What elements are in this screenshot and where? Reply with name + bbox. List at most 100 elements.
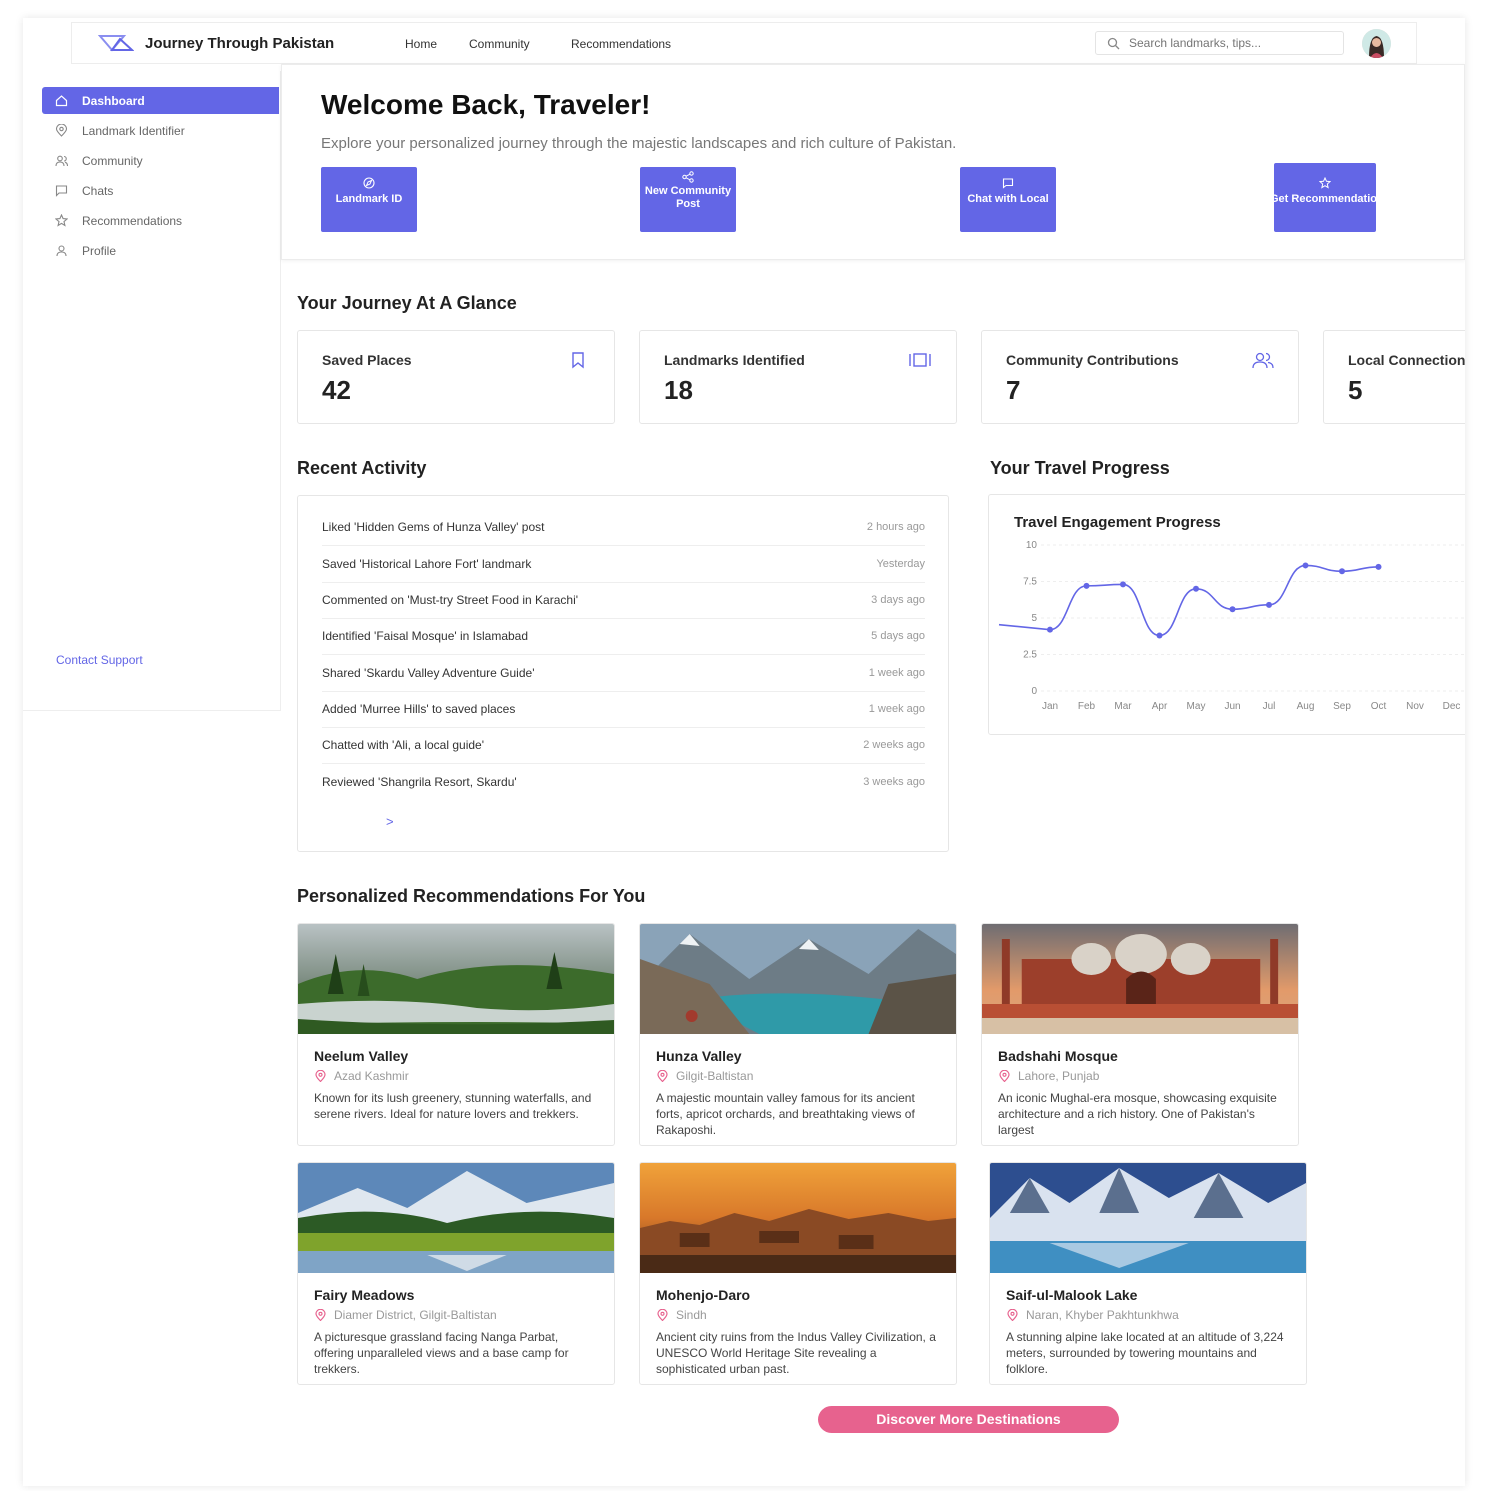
card-location: Gilgit-Baltistan: [676, 1069, 754, 1083]
contact-support-link[interactable]: Contact Support: [56, 653, 143, 667]
avatar[interactable]: [1362, 29, 1391, 58]
brand-logo-icon[interactable]: [98, 33, 134, 53]
pin-icon: [55, 124, 68, 137]
sidebar-item-label: Chats: [82, 184, 114, 198]
location-pin-icon: [1007, 1309, 1018, 1321]
data-point: [1339, 568, 1345, 575]
activity-row[interactable]: Reviewed 'Shangrila Resort, Skardu' 3 wee…: [322, 764, 925, 801]
app-window: Journey Through Pakistan Home Community …: [23, 18, 1465, 1486]
chart-title: Travel Engagement Progress: [1014, 514, 1221, 531]
location-pin-icon: [657, 1070, 668, 1082]
neelum-valley-photo: [298, 924, 614, 1034]
activity-time: 3 days ago: [871, 594, 925, 606]
activity-next-chevron-icon[interactable]: >: [386, 814, 394, 829]
activity-row[interactable]: Liked 'Hidden Gems of Hunza Valley' post…: [322, 509, 925, 546]
stat-value: 42: [322, 375, 351, 405]
top-navbar: Journey Through Pakistan Home Community …: [71, 22, 1417, 64]
activity-row[interactable]: Chatted with 'Ali, a local guide' 2 weeks…: [322, 727, 925, 764]
glance-title: Your Journey At A Glance: [297, 293, 517, 313]
recommendation-card[interactable]: Saif-ul-Malook Lake Naran, Khyber Pakhtu…: [989, 1162, 1307, 1385]
x-tick-label: Jul: [1263, 701, 1276, 712]
card-description: Known for its lush greenery, stunning wa…: [314, 1091, 592, 1121]
activity-text: Saved 'Historical Lahore Fort' landmark: [322, 557, 532, 571]
nav-recommendations[interactable]: Recommendations: [571, 37, 671, 51]
get-recommendations-button[interactable]: Get Recommendations: [1274, 163, 1376, 232]
user-icon: [56, 245, 67, 257]
y-tick-label: 10: [1026, 540, 1038, 551]
x-tick-label: Jan: [1042, 701, 1058, 712]
location-pin-icon: [999, 1070, 1010, 1082]
new-community-post-button[interactable]: New Community Post: [640, 167, 736, 232]
recommendation-card[interactable]: Neelum Valley Azad Kashmir Known for its…: [297, 923, 615, 1146]
welcome-panel: Welcome Back, Traveler! Explore your per…: [281, 64, 1465, 260]
sidebar-item-chats[interactable]: Chats: [42, 177, 279, 204]
activity-time: 1 week ago: [868, 667, 925, 679]
data-point: [1047, 626, 1053, 633]
discover-more-button[interactable]: Discover More Destinations: [818, 1406, 1119, 1433]
x-tick-label: Mar: [1114, 701, 1132, 712]
activity-row[interactable]: Saved 'Historical Lahore Fort' landmark Y…: [322, 546, 925, 583]
card-description: An iconic Mughal-era mosque, showcasing …: [998, 1091, 1277, 1137]
stat-card-local-connections[interactable]: Local Connections 5: [1323, 330, 1465, 424]
button-label: New Community Post: [644, 185, 732, 210]
recommendation-card[interactable]: Badshahi Mosque Lahore, Punjab An iconic…: [981, 923, 1299, 1146]
recommendation-card[interactable]: Fairy Meadows Diamer District, Gilgit-Ba…: [297, 1162, 615, 1385]
activity-time: 1 week ago: [868, 703, 925, 715]
nav-community[interactable]: Community: [469, 37, 530, 51]
scan-icon: [909, 353, 931, 367]
saif-ul-malook-lake-photo: [990, 1163, 1306, 1273]
activity-time: 2 hours ago: [866, 521, 925, 533]
sidebar-item-recommendations[interactable]: Recommendations: [42, 207, 279, 234]
star-icon: [1319, 177, 1331, 189]
landmark-id-button[interactable]: Landmark ID: [321, 167, 417, 232]
recent-activity-title: Recent Activity: [297, 458, 427, 478]
x-tick-label: Sep: [1333, 701, 1351, 712]
welcome-title: Welcome Back, Traveler!: [321, 89, 651, 120]
card-description: A majestic mountain valley famous for it…: [656, 1091, 915, 1137]
card-description: A stunning alpine lake located at an alt…: [1006, 1330, 1284, 1376]
activity-text: Added 'Murree Hills' to saved places: [322, 702, 516, 716]
sidebar-item-landmark-identifier[interactable]: Landmark Identifier: [42, 117, 279, 144]
search-input[interactable]: [1095, 31, 1344, 55]
recommendation-card[interactable]: Mohenjo-Daro Sindh Ancient city ruins fr…: [639, 1162, 957, 1385]
y-tick-label: 7.5: [1023, 577, 1037, 588]
sidebar-item-community[interactable]: Community: [42, 147, 279, 174]
card-location: Lahore, Punjab: [1018, 1069, 1100, 1083]
brand-title[interactable]: Journey Through Pakistan: [145, 35, 334, 52]
chat-icon: [55, 185, 68, 197]
travel-progress-chart: 10 7.5 5 2.5 0 Jan Feb Mar Apr May Jun Jul Aug Sep Oct…: [988, 494, 1465, 735]
sidebar-item-label: Profile: [82, 244, 117, 258]
chat-with-local-button[interactable]: Chat with Local: [960, 167, 1056, 232]
activity-time: Yesterday: [876, 558, 925, 570]
sidebar-item-profile[interactable]: Profile: [42, 237, 279, 264]
stat-card-saved-places[interactable]: Saved Places 42: [297, 330, 615, 424]
card-title: Badshahi Mosque: [998, 1048, 1118, 1064]
x-tick-label: Apr: [1152, 701, 1168, 712]
card-description: Ancient city ruins from the Indus Valley…: [656, 1330, 936, 1376]
activity-row[interactable]: Identified 'Faisal Mosque' in Islamabad 5…: [322, 618, 925, 655]
y-tick-label: 0: [1031, 686, 1037, 697]
sidebar-item-dashboard[interactable]: Dashboard: [42, 87, 279, 114]
avatar-portrait-icon: [1362, 29, 1391, 58]
stat-card-community-contributions[interactable]: Community Contributions 7: [981, 330, 1299, 424]
card-title: Saif-ul-Malook Lake: [1006, 1287, 1138, 1303]
data-point: [1193, 585, 1199, 592]
button-label: Chat with Local: [967, 193, 1049, 205]
activity-text: Liked 'Hidden Gems of Hunza Valley' post: [322, 520, 545, 534]
sidebar-item-label: Landmark Identifier: [82, 124, 185, 138]
nav-home[interactable]: Home: [405, 37, 437, 51]
sidebar: Dashboard Landmark Identifier Community …: [23, 71, 281, 711]
activity-row[interactable]: Commented on 'Must-try Street Food in Ka…: [322, 582, 925, 619]
stat-label: Landmarks Identified: [664, 352, 805, 368]
card-title: Mohenjo-Daro: [656, 1287, 751, 1303]
card-title: Neelum Valley: [314, 1048, 409, 1064]
activity-row[interactable]: Added 'Murree Hills' to saved places 1 we…: [322, 691, 925, 728]
stat-card-landmarks-identified[interactable]: Landmarks Identified 18: [639, 330, 957, 424]
card-location: Azad Kashmir: [334, 1069, 409, 1083]
x-tick-label: Feb: [1078, 701, 1096, 712]
activity-text: Commented on 'Must-try Street Food in Ka…: [322, 593, 579, 607]
users-icon: [1252, 352, 1274, 369]
recommendations-title: Personalized Recommendations For You: [297, 886, 646, 906]
activity-row[interactable]: Shared 'Skardu Valley Adventure Guide' 1 …: [322, 655, 925, 692]
recommendation-card[interactable]: Hunza Valley Gilgit-Baltistan A majestic…: [639, 923, 957, 1146]
